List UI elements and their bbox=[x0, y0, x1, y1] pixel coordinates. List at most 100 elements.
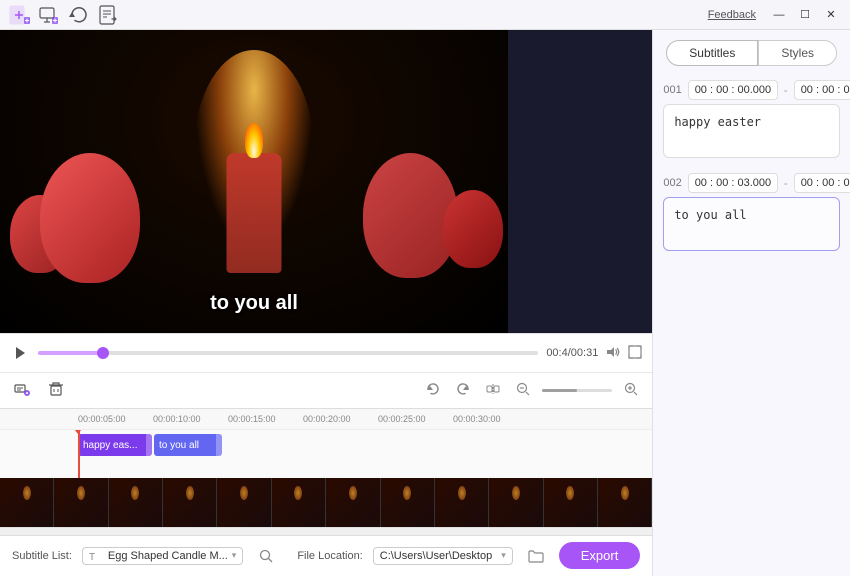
time-separator-1: - bbox=[784, 83, 788, 97]
timeline-toolbar bbox=[0, 372, 652, 407]
thumb-1 bbox=[0, 478, 54, 527]
maximize-button[interactable]: ☐ bbox=[794, 4, 816, 26]
folder-button[interactable] bbox=[523, 543, 549, 569]
subtitle-file-name: Egg Shaped Candle M... bbox=[108, 550, 228, 562]
minimize-button[interactable]: — bbox=[768, 4, 790, 26]
right-panel: Subtitles Styles 001 - + ✕ happy easter bbox=[652, 30, 850, 576]
timeline-tracks: happy eas... to you all bbox=[0, 429, 652, 478]
tabs-row: Subtitles Styles bbox=[653, 30, 850, 76]
chevron-down-icon: ▾ bbox=[232, 550, 237, 561]
feedback-link[interactable]: Feedback bbox=[708, 9, 756, 21]
close-button[interactable]: ✕ bbox=[820, 4, 842, 26]
tab-styles[interactable]: Styles bbox=[758, 40, 837, 66]
thumb-4 bbox=[163, 478, 217, 527]
subtitle-list-select[interactable]: T Egg Shaped Candle M... ▾ bbox=[82, 547, 243, 565]
add-screen-icon[interactable] bbox=[38, 4, 60, 26]
play-button[interactable] bbox=[10, 343, 30, 363]
thumb-6 bbox=[272, 478, 326, 527]
entry-2-end-time[interactable] bbox=[794, 173, 850, 193]
main-area: to you all 00:4/00:31 bbox=[0, 30, 850, 576]
expand-icon[interactable] bbox=[628, 345, 642, 362]
split-btn[interactable] bbox=[482, 380, 504, 401]
thumbnail-strip bbox=[0, 478, 652, 527]
clip-label-happy: happy eas... bbox=[83, 440, 137, 451]
left-panel: to you all 00:4/00:31 bbox=[0, 30, 652, 576]
subtitle-entries: 001 - + ✕ happy easter 002 - + ✕ bbox=[653, 76, 850, 576]
titlebar-left bbox=[8, 4, 120, 26]
tab-subtitles[interactable]: Subtitles bbox=[666, 40, 758, 66]
timeline-right-tools bbox=[422, 380, 642, 401]
svg-text:T: T bbox=[89, 552, 95, 562]
ruler-mark-25: 00:00:25:00 bbox=[378, 414, 453, 424]
time-separator-2: - bbox=[784, 176, 788, 190]
file-path-value: C:\Users\User\Desktop bbox=[380, 550, 497, 562]
subtitle-clip-happy-easter[interactable]: happy eas... bbox=[78, 434, 152, 456]
thumb-10 bbox=[489, 478, 543, 527]
time-display: 00:4/00:31 bbox=[546, 347, 598, 359]
playback-bar: 00:4/00:31 bbox=[0, 333, 652, 372]
export-file-icon[interactable] bbox=[98, 4, 120, 26]
video-scene: to you all bbox=[0, 30, 508, 333]
titlebar-right: Feedback — ☐ ✕ bbox=[708, 4, 842, 26]
bottom-bar: Subtitle List: T Egg Shaped Candle M... … bbox=[0, 535, 652, 576]
zoom-slider[interactable] bbox=[542, 389, 612, 392]
file-path-select[interactable]: C:\Users\User\Desktop ▾ bbox=[373, 547, 513, 565]
thumb-12 bbox=[598, 478, 652, 527]
timeline-left-tools bbox=[10, 379, 68, 402]
ruler-marks: 00:00:05:00 00:00:10:00 00:00:15:00 00:0… bbox=[78, 414, 528, 424]
ruler-mark-20: 00:00:20:00 bbox=[303, 414, 378, 424]
zoom-out-btn[interactable] bbox=[512, 380, 534, 401]
entry-1-start-time[interactable] bbox=[688, 80, 778, 100]
progress-thumb[interactable] bbox=[97, 347, 109, 359]
clip-resize-handle-2[interactable] bbox=[216, 434, 222, 456]
entry-2-header: 002 - + ✕ bbox=[663, 173, 840, 193]
subtitle-track: happy eas... to you all bbox=[0, 430, 652, 460]
zoom-in-btn[interactable] bbox=[620, 380, 642, 401]
thumb-8 bbox=[381, 478, 435, 527]
clip-resize-handle[interactable] bbox=[146, 434, 152, 456]
entry-2-start-time[interactable] bbox=[688, 173, 778, 193]
thumb-2 bbox=[54, 478, 108, 527]
entry-1-num: 001 bbox=[663, 84, 681, 96]
ruler-mark-5: 00:00:05:00 bbox=[78, 414, 153, 424]
timeline-scrollbar[interactable] bbox=[0, 527, 652, 535]
timeline-ruler: 00:00:05:00 00:00:10:00 00:00:15:00 00:0… bbox=[0, 408, 652, 430]
egg-small-right bbox=[443, 190, 503, 268]
add-file-icon[interactable] bbox=[8, 4, 30, 26]
entry-2-text[interactable]: to you all bbox=[663, 197, 840, 251]
subtitle-entry-1: 001 - + ✕ happy easter bbox=[663, 80, 840, 163]
file-path-chevron-icon: ▾ bbox=[501, 550, 506, 561]
thumb-7 bbox=[326, 478, 380, 527]
ruler-mark-15: 00:00:15:00 bbox=[228, 414, 303, 424]
thumb-3 bbox=[109, 478, 163, 527]
video-player: to you all bbox=[0, 30, 508, 333]
ruler-mark-30: 00:00:30:00 bbox=[453, 414, 528, 424]
subtitle-clip-to-you-all[interactable]: to you all bbox=[154, 434, 222, 456]
thumb-5 bbox=[217, 478, 271, 527]
rotate-icon[interactable] bbox=[68, 4, 90, 26]
add-subtitle-btn[interactable] bbox=[10, 379, 34, 402]
subtitle-entry-2: 002 - + ✕ to you all bbox=[663, 173, 840, 256]
playhead[interactable] bbox=[78, 430, 80, 478]
entry-1-text[interactable]: happy easter bbox=[663, 104, 840, 158]
clip-label-toyou: to you all bbox=[159, 440, 199, 451]
titlebar: Feedback — ☐ ✕ bbox=[0, 0, 850, 30]
ruler-mark-10: 00:00:10:00 bbox=[153, 414, 228, 424]
subtitle-overlay: to you all bbox=[210, 292, 298, 315]
entry-1-header: 001 - + ✕ bbox=[663, 80, 840, 100]
search-button[interactable] bbox=[253, 543, 279, 569]
candle-body bbox=[227, 153, 282, 273]
file-location-label: File Location: bbox=[297, 550, 362, 562]
undo-btn[interactable] bbox=[422, 380, 444, 401]
delete-subtitle-btn[interactable] bbox=[44, 379, 68, 402]
progress-track[interactable] bbox=[38, 351, 538, 355]
export-button[interactable]: Export bbox=[559, 542, 641, 569]
progress-fill bbox=[38, 351, 103, 355]
redo-btn[interactable] bbox=[452, 380, 474, 401]
thumb-9 bbox=[435, 478, 489, 527]
entry-1-end-time[interactable] bbox=[794, 80, 850, 100]
zoom-fill bbox=[542, 389, 577, 392]
subtitle-list-label: Subtitle List: bbox=[12, 550, 72, 562]
thumb-11 bbox=[544, 478, 598, 527]
volume-icon[interactable] bbox=[606, 345, 620, 362]
